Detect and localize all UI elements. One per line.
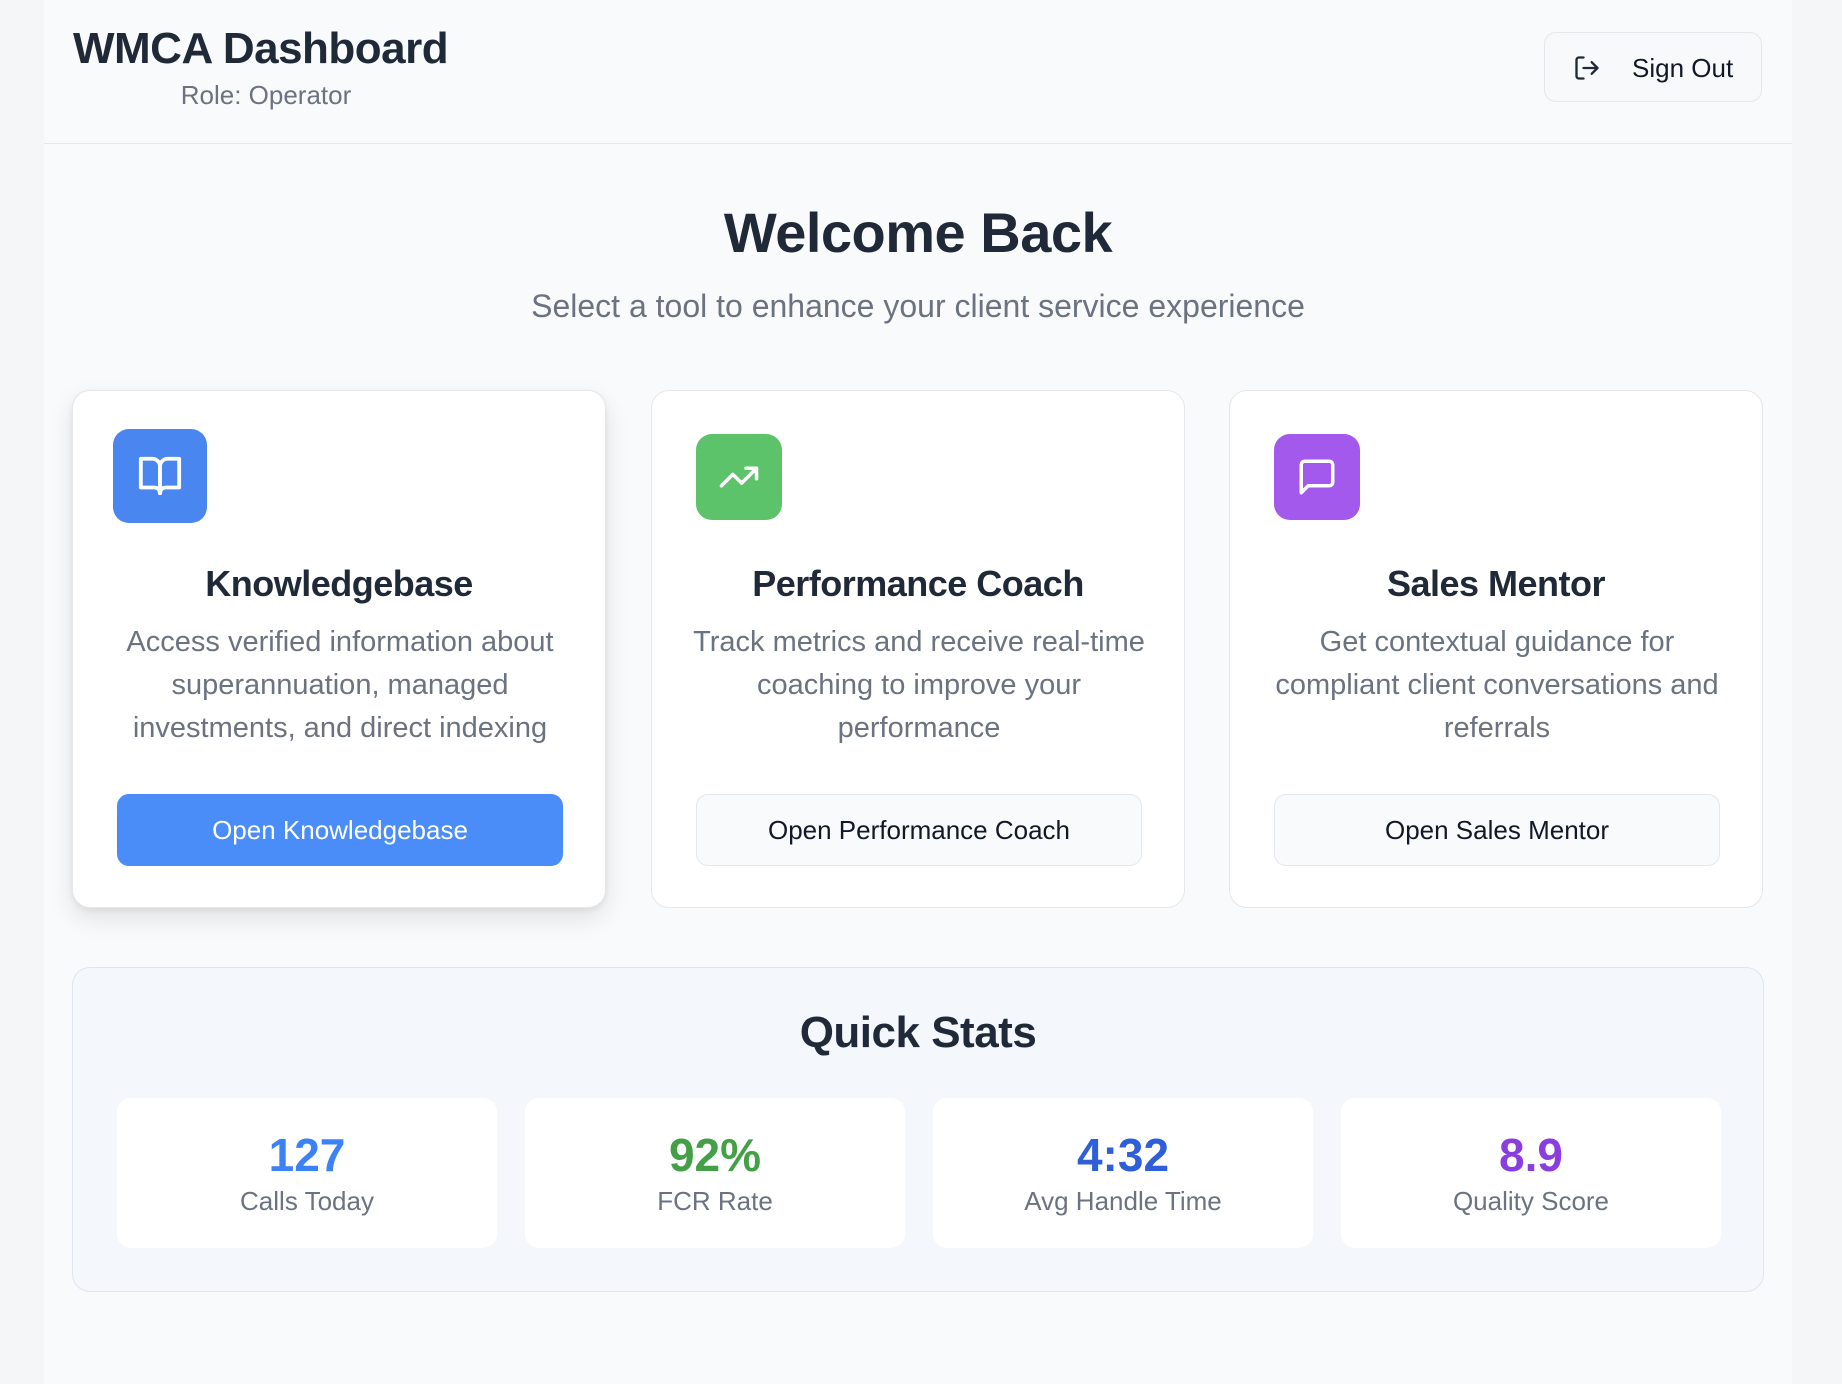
message-square-icon bbox=[1299, 459, 1335, 495]
trending-up-icon bbox=[719, 466, 759, 488]
knowledgebase-card[interactable]: Knowledgebase Access verified informatio… bbox=[72, 390, 606, 908]
app-title: WMCA Dashboard bbox=[73, 24, 449, 73]
quick-stats-panel: Quick Stats 127 Calls Today 92% FCR Rate… bbox=[72, 967, 1764, 1292]
knowledgebase-description: Access verified information about supera… bbox=[126, 626, 554, 744]
performance-coach-card[interactable]: Performance Coach Track metrics and rece… bbox=[651, 390, 1185, 908]
sign-out-button[interactable]: Sign Out bbox=[1544, 32, 1762, 102]
sign-out-icon bbox=[1575, 56, 1599, 80]
knowledgebase-icon-tile bbox=[113, 429, 207, 523]
sales-mentor-description: Get contextual guidance for compliant cl… bbox=[1275, 626, 1719, 744]
stat-quality-score: 8.9 Quality Score bbox=[1341, 1098, 1721, 1248]
open-performance-coach-button[interactable]: Open Performance Coach bbox=[696, 794, 1142, 866]
stat-value: 4:32 bbox=[1076, 1129, 1170, 1181]
page-subtitle: Select a tool to enhance your client ser… bbox=[531, 288, 1305, 324]
dashboard-page: WMCA Dashboard Role: Operator Sign Out W… bbox=[44, 0, 1792, 1384]
performance-coach-title: Performance Coach bbox=[752, 563, 1084, 604]
performance-coach-icon-tile bbox=[696, 434, 782, 520]
stat-label: Quality Score bbox=[1452, 1186, 1610, 1216]
open-sales-mentor-button[interactable]: Open Sales Mentor bbox=[1274, 794, 1720, 866]
user-role: Role: Operator bbox=[180, 80, 352, 110]
header: WMCA Dashboard Role: Operator Sign Out bbox=[44, 0, 1792, 144]
sign-out-label: Sign Out bbox=[1632, 53, 1734, 83]
stat-value: 92% bbox=[668, 1129, 762, 1181]
page-title: Welcome Back bbox=[723, 201, 1113, 264]
stat-value: 8.9 bbox=[1499, 1129, 1563, 1181]
stat-value: 127 bbox=[268, 1129, 346, 1181]
performance-coach-description: Track metrics and receive real-time coac… bbox=[693, 626, 1145, 744]
stat-label: FCR Rate bbox=[657, 1186, 773, 1216]
stat-fcr-rate: 92% FCR Rate bbox=[525, 1098, 905, 1248]
stat-calls-today: 127 Calls Today bbox=[117, 1098, 497, 1248]
book-open-icon bbox=[138, 456, 182, 496]
knowledgebase-title: Knowledgebase bbox=[205, 563, 473, 604]
sales-mentor-title: Sales Mentor bbox=[1386, 563, 1606, 604]
quick-stats-title: Quick Stats bbox=[799, 1008, 1037, 1057]
stat-label: Calls Today bbox=[240, 1186, 374, 1216]
open-knowledgebase-button[interactable]: Open Knowledgebase bbox=[117, 794, 563, 866]
stat-avg-handle-time: 4:32 Avg Handle Time bbox=[933, 1098, 1313, 1248]
sales-mentor-icon-tile bbox=[1274, 434, 1360, 520]
stat-label: Avg Handle Time bbox=[1024, 1186, 1222, 1216]
sales-mentor-card[interactable]: Sales Mentor Get contextual guidance for… bbox=[1229, 390, 1763, 908]
